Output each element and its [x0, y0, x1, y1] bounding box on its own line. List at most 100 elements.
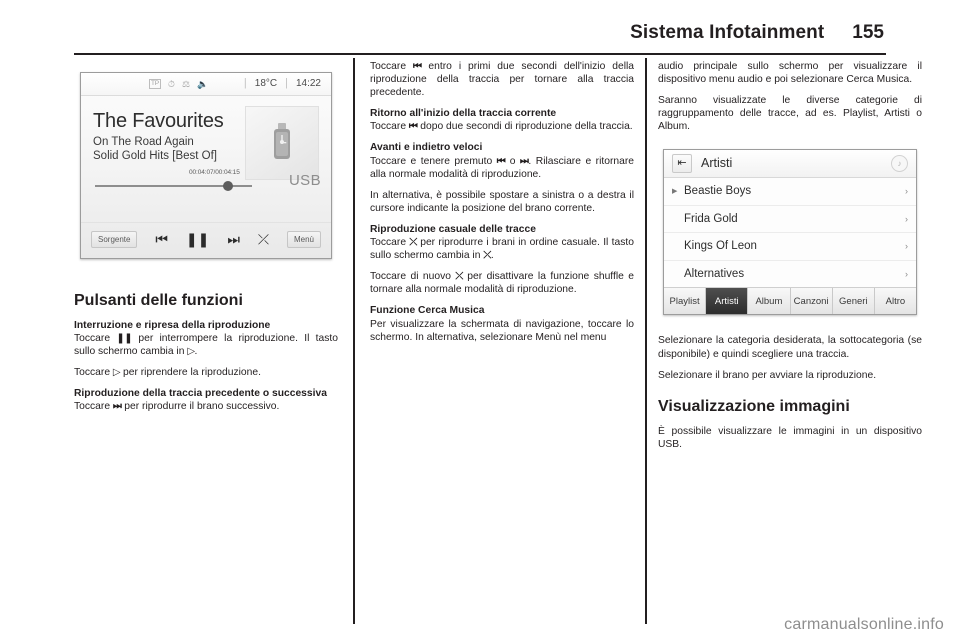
column-divider-2 — [645, 58, 647, 624]
column-3: audio principale sullo schermo per visua… — [658, 60, 922, 459]
source-button[interactable]: Sorgente — [91, 231, 138, 248]
text-frag: Toccare — [370, 121, 409, 133]
paragraph-c3-p5: È possibile visualizzare le immagini in … — [658, 425, 922, 450]
paragraph-c2-p5: Toccare ⤫ per riprodurre i brani in ordi… — [370, 236, 634, 262]
subheading-avanti-indietro: Avanti e indietro veloci — [370, 142, 483, 154]
figure-media-player: TP ⏱ ⚖ 🔈 | 18°C | 14:22 The Favourites O… — [74, 60, 338, 276]
previous-track-symbol: ⏮ — [413, 61, 422, 72]
list-item-label: Kings Of Leon — [684, 240, 757, 253]
tab-artisti[interactable]: Artisti — [706, 288, 749, 315]
seek-slider[interactable] — [95, 181, 252, 191]
pause-symbol: ❚❚ — [116, 333, 133, 345]
subheading-cerca-musica: Funzione Cerca Musica — [370, 305, 485, 317]
next-track-icon[interactable]: ⏭ — [227, 233, 240, 247]
tab-altro[interactable]: Altro — [874, 288, 917, 315]
chevron-right-icon: › — [905, 241, 908, 252]
text-frag: Toccare e tenere premuto — [370, 155, 497, 167]
text-frag: Toccare — [370, 237, 410, 249]
tab-generi[interactable]: Generi — [832, 288, 875, 315]
text-frag: per riprendere la riproduzione. — [120, 367, 261, 379]
temperature-readout: 18°C — [254, 78, 278, 90]
paragraph-c3-p3: Selezionare la categoria desiderata, la … — [658, 335, 922, 360]
artisti-list: ▶ Beastie Boys › Frida Gold › Kings Of L… — [664, 178, 916, 288]
previous-track-icon[interactable]: ⏮ — [155, 233, 168, 247]
subheading-ritorno-inizio: Ritorno all'inizio della traccia corrent… — [370, 108, 557, 120]
paragraph-c2-p1: Toccare ⏮ entro i primi due secondi dell… — [370, 60, 634, 99]
previous-track-symbol: ⏮ — [496, 155, 506, 167]
tab-canzoni[interactable]: Canzoni — [790, 288, 833, 315]
status-separator-left: | — [243, 77, 247, 90]
shuffle-symbol: ⤫ — [483, 250, 491, 262]
paragraph-c3-p2: Saranno visualizzate le diverse categori… — [658, 95, 922, 133]
tab-playlist[interactable]: Playlist — [664, 288, 707, 315]
pause-icon[interactable]: ❚❚ — [186, 233, 209, 247]
player-body: The Favourites On The Road Again Solid G… — [81, 96, 331, 260]
seek-knob[interactable] — [223, 181, 233, 191]
list-item[interactable]: Kings Of Leon › — [664, 233, 916, 261]
column-divider-1 — [353, 58, 355, 624]
page-number: 155 — [852, 22, 884, 43]
text-frag: Toccare — [370, 61, 413, 72]
track-title: The Favourites — [93, 110, 224, 132]
section-heading-pulsanti: Pulsanti delle funzioni — [74, 292, 243, 309]
mute-icon: 🔈 — [197, 78, 209, 89]
usb-stick-icon — [274, 123, 290, 159]
watermark: carmanualsonline.info — [784, 616, 944, 633]
chevron-right-icon: › — [905, 186, 908, 197]
list-item[interactable]: Frida Gold › — [664, 206, 916, 234]
text-frag: Toccare — [74, 401, 113, 413]
list-item-label: Alternatives — [684, 267, 745, 280]
shuffle-symbol: ⤫ — [455, 271, 463, 283]
paragraph-c3-p4: Selezionare il brano per avviare la ripr… — [658, 369, 877, 381]
text-frag: Toccare di nuovo — [370, 271, 456, 283]
paragraph-c2-p2: Toccare ⏮ dopo due secondi di riproduzio… — [370, 120, 634, 133]
play-symbol: ▷ — [187, 346, 195, 358]
artisti-title-bar: ⇤ Artisti ♪ — [664, 150, 916, 179]
back-icon[interactable]: ⇤ — [672, 154, 692, 174]
paragraph-c2-p7: Per visualizzare la schermata di navigaz… — [370, 318, 634, 343]
track-time-readout: 00:04:07/00:04:15 — [189, 169, 240, 176]
text-frag: Toccare — [74, 367, 113, 379]
text-frag: . — [194, 346, 198, 358]
list-item[interactable]: Alternatives › — [664, 261, 916, 288]
music-note-icon[interactable]: ♪ — [891, 155, 908, 173]
paragraph-c1-p1: Toccare ❚❚ per interrompere la riproduzi… — [74, 332, 338, 358]
manual-page: Sistema Infotainment 155 TP ⏱ ⚖ 🔈 | 18°C… — [0, 0, 960, 642]
list-item-label: Frida Gold — [684, 212, 738, 225]
infotainment-screen-player: TP ⏱ ⚖ 🔈 | 18°C | 14:22 The Favourites O… — [80, 72, 332, 259]
chevron-right-icon: › — [905, 213, 908, 224]
shuffle-icon[interactable]: ⤫ — [258, 233, 269, 247]
subheading-riproduzione-casuale: Riproduzione casuale delle tracce — [370, 223, 536, 235]
chevron-right-icon: › — [905, 268, 908, 279]
shuffle-symbol: ⤫ — [409, 237, 417, 249]
menu-button[interactable]: Menù — [286, 231, 321, 248]
text-frag: o — [505, 155, 520, 167]
header-rule — [74, 53, 886, 55]
paragraph-c3-p1: audio principale sullo schermo per visua… — [658, 61, 922, 86]
list-item-label: Beastie Boys — [684, 185, 752, 198]
paragraph-c2-p6: Toccare di nuovo ⤫ per disattivare la fu… — [370, 270, 634, 296]
paragraph-c2-p3: Toccare e tenere premuto ⏮ o ⏭. Rilascia… — [370, 155, 634, 181]
figure-artisti-browser: ⇤ Artisti ♪ ▶ Beastie Boys › Frida Gold … — [658, 141, 922, 324]
tab-album[interactable]: Album — [748, 288, 791, 315]
artisti-tab-bar: Playlist Artisti Album Canzoni Generi Al… — [664, 287, 917, 315]
column-2: Toccare ⏮ entro i primi due secondi dell… — [370, 60, 634, 352]
section-heading-visualizzazione: Visualizzazione immagini — [658, 397, 850, 415]
paragraph-c2-p4: In alternativa, è possibile spostare a s… — [370, 189, 634, 214]
page-header: Sistema Infotainment 155 — [74, 22, 886, 56]
subheading-interruzione: Interruzione e ripresa della riproduzion… — [74, 320, 271, 331]
track-artist: On The Road Again — [93, 136, 194, 148]
status-separator-right: | — [285, 77, 288, 90]
list-item[interactable]: ▶ Beastie Boys › — [664, 178, 916, 206]
clock-icon: ⏱ — [167, 78, 175, 89]
text-frag: dopo due secondi di riproduzione della t… — [417, 121, 633, 133]
player-status-bar: TP ⏱ ⚖ 🔈 | 18°C | 14:22 — [81, 73, 331, 96]
player-control-bar: Sorgente ⏮ ❚❚ ⏭ ⤫ Menù — [81, 222, 331, 256]
clock-readout: 14:22 — [295, 78, 321, 90]
now-playing-icon: ▶ — [672, 188, 678, 196]
page-title: Sistema Infotainment — [630, 22, 825, 43]
artisti-screen-title: Artisti — [701, 156, 733, 171]
paragraph-c1-p2: Toccare ▷ per riprendere la riproduzione… — [74, 366, 338, 379]
subheading-traccia-prec-succ: Riproduzione della traccia precedente o … — [74, 388, 327, 400]
source-label-usb: USB — [288, 172, 321, 189]
